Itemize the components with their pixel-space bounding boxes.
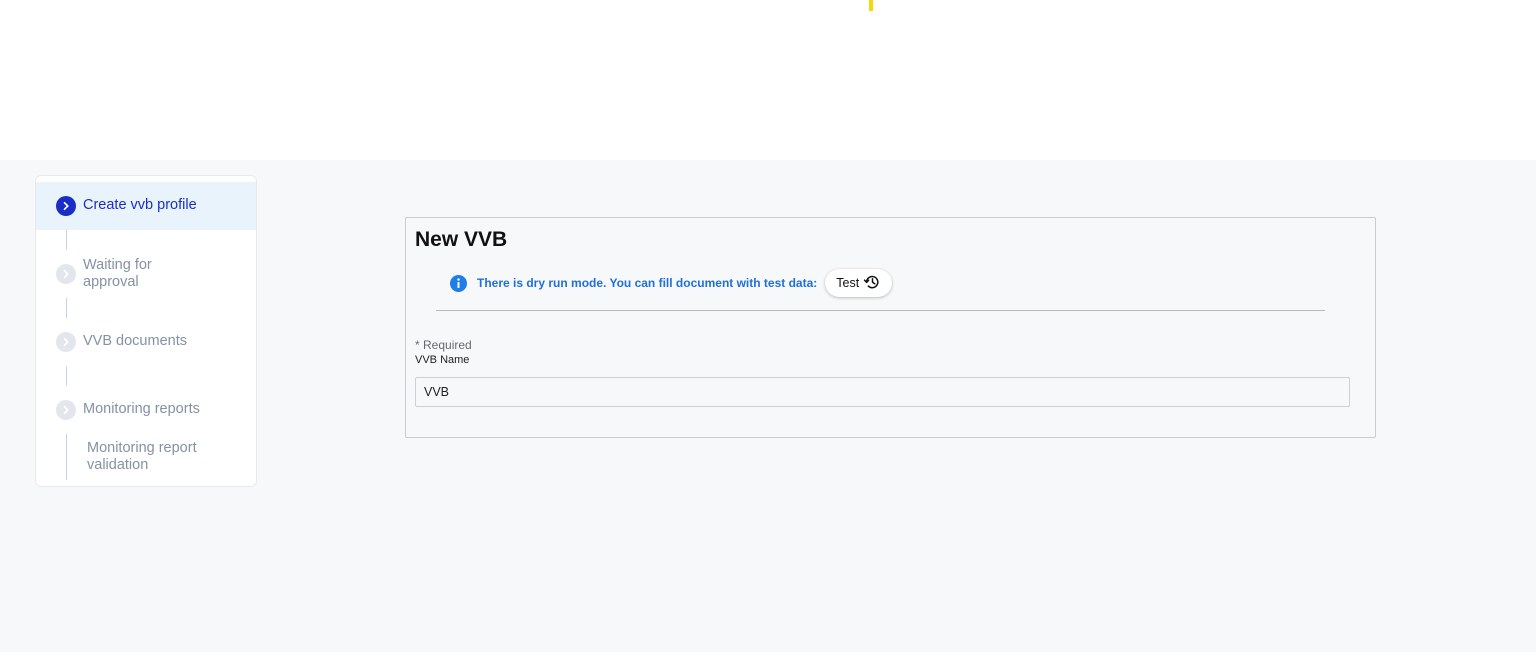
substep-monitoring-report-validation[interactable]: Monitoring report validation [36, 438, 256, 478]
header-area [0, 0, 1536, 160]
dry-run-message: There is dry run mode. You can fill docu… [477, 276, 818, 290]
chevron-right-icon [56, 400, 76, 420]
form-title: New VVB [415, 228, 508, 251]
step-label: Waiting for approval [83, 257, 152, 290]
step-waiting-for-approval[interactable]: Waiting for approval [36, 250, 256, 298]
chevron-right-icon [56, 332, 76, 352]
step-connector [66, 298, 67, 318]
step-label: Create vvb profile [83, 197, 197, 213]
required-note: * Required [415, 338, 472, 352]
step-label: Monitoring reports [83, 401, 200, 417]
dry-run-banner: There is dry run mode. You can fill docu… [450, 268, 893, 298]
new-vvb-form: New VVB There is dry run mode. You can f… [405, 217, 1376, 438]
fill-test-data-button[interactable]: Test [825, 269, 893, 297]
vvb-name-input[interactable] [415, 377, 1350, 407]
top-marker [869, 0, 873, 11]
step-connector [66, 230, 67, 250]
substep-label: Monitoring report validation [87, 440, 197, 473]
info-icon [450, 274, 467, 292]
step-label: VVB documents [83, 333, 187, 349]
chevron-right-icon [56, 264, 76, 284]
step-connector [66, 366, 67, 386]
step-create-vvb-profile[interactable]: Create vvb profile [36, 182, 256, 230]
step-monitoring-reports[interactable]: Monitoring reports [36, 386, 256, 434]
history-icon [863, 273, 881, 294]
step-vvb-documents[interactable]: VVB documents [36, 318, 256, 366]
chevron-right-icon [56, 196, 76, 216]
section-divider [436, 310, 1325, 311]
test-button-label: Test [836, 276, 860, 290]
workflow-stepper: Create vvb profile Waiting for approval … [35, 175, 257, 487]
vvb-name-label: VVB Name [415, 354, 470, 366]
